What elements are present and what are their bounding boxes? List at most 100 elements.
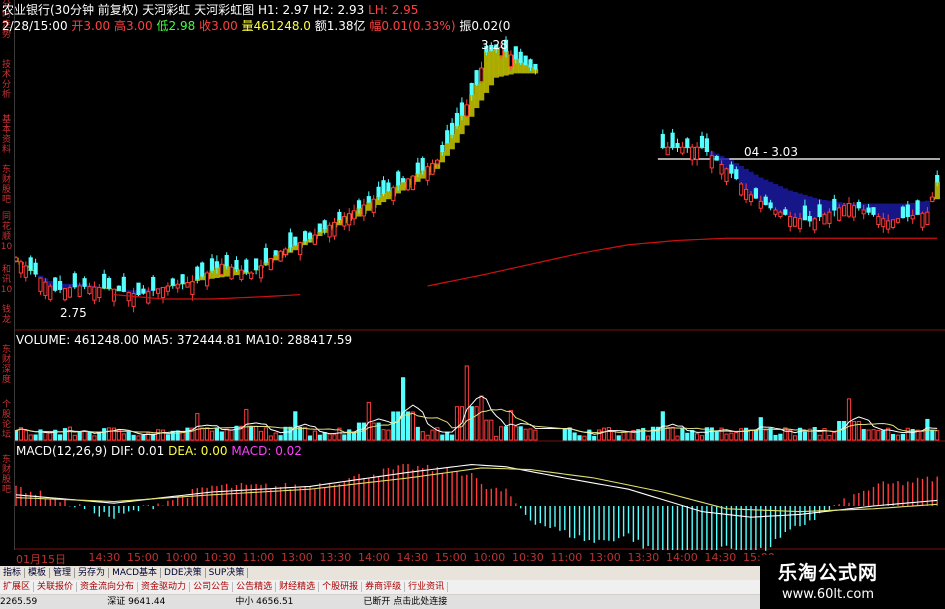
chart-title-row: 农业银行(30分钟 前复权) 天河彩虹 天河彩虹图 H1: 2.97 H2: 2…	[2, 1, 418, 18]
toolbar-item-1[interactable]: 模板	[25, 568, 51, 578]
volume-bar	[474, 406, 479, 441]
candle-body	[851, 205, 856, 218]
candle-body	[528, 59, 533, 68]
rainbow-band	[317, 231, 323, 237]
volume-header: VOLUME: 461248.00 MA5: 372444.81 MA10: 2…	[16, 333, 352, 347]
link-bar-item-4[interactable]: 公司公告	[190, 582, 234, 592]
rainbow-band	[483, 51, 490, 93]
candle-body	[121, 276, 126, 292]
candle-body	[376, 186, 381, 197]
left-tab-5[interactable]: 和讯10	[0, 265, 13, 295]
link-bar-item-1[interactable]: 关联报价	[34, 582, 78, 592]
macd-dif: DIF: 0.01	[110, 444, 165, 458]
candle-body	[910, 214, 915, 220]
indicator-1[interactable]: 天河彩虹	[142, 3, 190, 17]
candle-body	[278, 250, 283, 262]
macd-header: MACD(12,26,9) DIF: 0.01 DEA: 0.00 MACD: …	[16, 444, 302, 458]
candle-body	[822, 213, 827, 225]
volume-bar	[572, 432, 577, 441]
candle-body	[180, 274, 185, 284]
volume-bar	[670, 426, 675, 441]
macd-label: MACD(12,26,9)	[16, 444, 108, 458]
change-value: 幅0.01(0.33%)	[369, 19, 456, 33]
left-tab-3[interactable]: 东财股吧	[0, 165, 13, 205]
candle-body	[288, 232, 293, 248]
candle-body	[190, 281, 195, 295]
candle-body	[861, 209, 866, 215]
volume-bar	[185, 427, 190, 441]
volume-bar	[528, 428, 533, 441]
candle-body	[107, 278, 112, 289]
left-tab-9[interactable]: 东财股吧	[0, 455, 13, 495]
volume-bar	[102, 428, 107, 441]
volume-bar	[288, 426, 293, 441]
left-tab-4[interactable]: 同花顺10	[0, 212, 13, 252]
link-bar-item-0[interactable]: 扩展区	[0, 582, 35, 592]
indicator-2[interactable]: 天河彩虹图	[194, 3, 254, 17]
candle-body	[116, 285, 122, 291]
volume-bar	[714, 430, 719, 441]
volume-bar	[381, 429, 386, 441]
low-price-label: 2.75	[60, 306, 87, 320]
candle-body	[420, 158, 425, 171]
rainbow-band	[444, 142, 450, 156]
toolbar-item-5[interactable]: DDE决策	[161, 568, 206, 578]
volume-bar	[709, 427, 714, 441]
time-axis-label: 01月15日	[16, 553, 66, 566]
toolbar-item-6[interactable]: SUP决策	[205, 568, 249, 578]
candle-body	[817, 204, 822, 218]
time-axis-label: 10:30	[512, 551, 544, 564]
candle-body	[332, 221, 337, 237]
candle-body	[293, 236, 298, 246]
toolbar-item-2[interactable]: 管理	[50, 568, 76, 578]
volume-bar	[293, 411, 298, 441]
link-bar-item-5[interactable]: 公告精选	[233, 582, 277, 592]
volume-bar	[734, 432, 739, 441]
left-tab-2[interactable]: 基本资料	[0, 115, 13, 155]
link-bar-item-6[interactable]: 财经精选	[276, 582, 320, 592]
rainbow-band	[474, 84, 480, 109]
candle-body	[298, 242, 303, 256]
volume-bar	[695, 433, 700, 441]
volume-bar	[753, 429, 758, 441]
candle-body	[33, 262, 38, 275]
toolbar-item-3[interactable]: 另存为	[75, 568, 110, 578]
candle-body	[695, 146, 700, 160]
left-tab-8[interactable]: 个股论坛	[0, 400, 13, 440]
left-tab-1[interactable]: 技术分析	[0, 60, 13, 100]
link-bar-item-9[interactable]: 行业资讯	[405, 582, 449, 592]
link-bar-item-2[interactable]: 资金流向分布	[77, 582, 139, 592]
candle-body	[195, 266, 200, 280]
volume-bar	[744, 427, 749, 441]
volume-bar	[347, 429, 352, 441]
candle-body	[734, 169, 739, 180]
candle-body	[43, 281, 48, 296]
macd-dea: DEA: 0.00	[168, 444, 228, 458]
rainbow-band	[273, 254, 279, 261]
toolbar-item-4[interactable]: MACD基本	[109, 568, 162, 578]
candle-body	[82, 278, 87, 287]
candle-body	[797, 218, 803, 230]
volume-bar	[224, 428, 229, 441]
volume-bar	[317, 434, 322, 441]
link-bar-item-7[interactable]: 个股研报	[319, 582, 363, 592]
candle-body	[97, 286, 102, 299]
volume-bar	[229, 429, 234, 441]
volume-bar	[156, 429, 161, 441]
rainbow-band	[724, 157, 730, 169]
candle-body	[381, 180, 386, 194]
left-tab-6[interactable]: 钱龙	[0, 305, 13, 325]
volume-bar	[621, 431, 626, 441]
link-bar-item-8[interactable]: 券商评级	[362, 582, 406, 592]
index-status-bar: 2265.59 深证 9641.44 中小 4656.51 已断开 点击此处连接	[0, 595, 760, 609]
toolbar-item-0[interactable]: 指标	[0, 568, 26, 578]
link-bar-item-3[interactable]: 资金驱动力	[138, 582, 191, 592]
volume-bar	[175, 430, 180, 441]
candle-body	[58, 281, 63, 290]
volume-bar	[832, 431, 837, 441]
ohlc-row: 2/28/15:00 开3.00 高3.00 低2.98 收3.00 量4612…	[2, 17, 510, 34]
volume-bar	[763, 429, 768, 441]
candle-body	[714, 155, 719, 161]
left-tab-7[interactable]: 东财深度	[0, 345, 13, 385]
time-axis-label: 13:00	[589, 551, 621, 564]
